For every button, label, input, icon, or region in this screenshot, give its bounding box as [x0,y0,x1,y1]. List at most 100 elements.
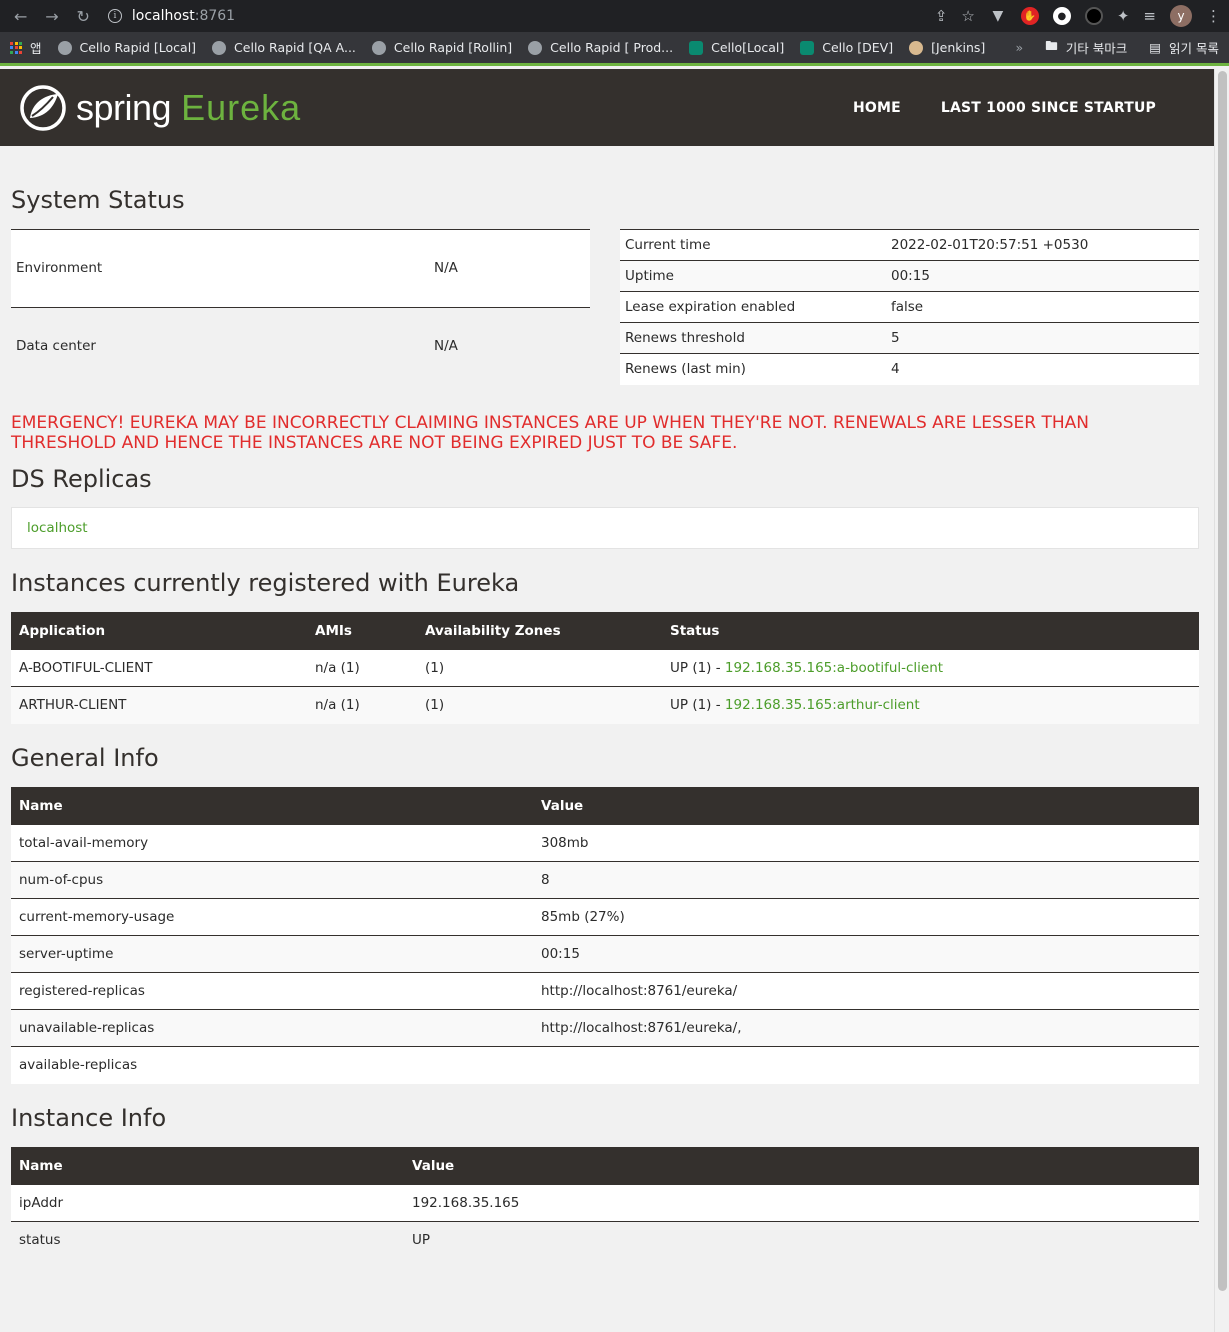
circle-extension-icon[interactable]: ● [1052,7,1071,25]
application-name: ARTHUR-CLIENT [11,686,307,724]
table-row: A-BOOTIFUL-CLIENT n/a (1) (1) UP (1) - 1… [11,649,1199,687]
instances-title: Instances currently registered with Eure… [11,568,520,597]
bookmark-apps[interactable]: 앱 [10,38,42,57]
url-host: localhost [131,8,195,24]
nav-last1000-link[interactable]: LAST 1000 SINCE STARTUP [941,100,1156,116]
bookmark-label: Cello [DEV] [822,40,894,55]
apps-grid-icon [10,41,22,54]
nav-home-link[interactable]: HOME [853,100,901,116]
table-row: total-avail-memory 308mb [11,824,1199,862]
address-bar[interactable]: i localhost:8761 [107,3,935,29]
vimium-extension-icon[interactable]: ▼ [989,7,1007,25]
bookmark-label: 앱 [30,41,42,56]
status-name: Renews (last min) [620,353,886,385]
bookmark-label: Cello Rapid [Rollin] [393,40,513,55]
bookmark-label: Cello Rapid [Local] [79,40,197,55]
status-text: UP (1) - [670,659,725,676]
scrollbar-thumb[interactable] [1218,71,1227,1291]
more-bookmarks-chevron-icon[interactable]: » [1016,40,1024,55]
info-value: 00:15 [533,935,1199,973]
info-value: 85mb (27%) [533,898,1199,936]
status-value: N/A [429,306,590,385]
status-value: N/A [429,229,590,307]
site-info-icon[interactable]: i [107,9,122,23]
bookmark-jenkins[interactable]: [Jenkins] [909,40,985,55]
status-value: false [886,291,1199,323]
table-row: Renews threshold 5 [620,322,1199,354]
column-header: Value [404,1146,1199,1185]
info-value: 192.168.35.165 [404,1184,1199,1222]
globe-icon [371,40,386,55]
share-icon[interactable]: ⇪ [935,7,948,25]
instance-link[interactable]: 192.168.35.165:a-bootiful-client [725,660,943,676]
logo-eureka-text: Eureka [181,86,302,128]
ds-replica-link[interactable]: localhost [27,520,88,536]
emergency-warning: EMERGENCY! EUREKA MAY BE INCORRECTLY CLA… [11,412,1090,453]
instance-link[interactable]: 192.168.35.165:arthur-client [725,697,920,713]
bookmark-label: Cello[Local] [711,40,785,55]
amis-value: n/a (1) [307,649,417,687]
status-cell: UP (1) - 192.168.35.165:arthur-client [662,686,1199,724]
column-header: Name [11,1146,404,1185]
amis-value: n/a (1) [307,686,417,724]
table-header-row: Name Value [11,1146,1199,1185]
cello-icon [800,40,815,55]
table-row: available-replicas [11,1046,1199,1084]
status-value: 2022-02-01T20:57:51 +0530 [886,229,1199,261]
table-header-row: Name Value [11,786,1199,825]
other-bookmarks-label: 기타 북마크 [1065,41,1128,56]
adblock-extension-icon[interactable]: ✋ [1020,7,1039,25]
back-arrow-icon[interactable]: ← [8,3,33,29]
status-value: 00:15 [886,260,1199,292]
system-status-tables: Environment N/A Data center N/A Current … [11,229,1199,385]
forward-arrow-icon[interactable]: → [39,3,64,29]
folder-icon: 🖿 [1045,38,1058,53]
info-value: http://localhost:8761/eureka/ [533,972,1199,1010]
puzzle-extensions-icon[interactable]: ✦ [1117,7,1130,25]
profile-avatar[interactable]: y [1170,5,1192,27]
status-text: UP (1) - [670,697,725,714]
info-name: status [11,1221,404,1259]
bookmark-cello-dev[interactable]: Cello [DEV] [800,40,893,55]
application-name: A-BOOTIFUL-CLIENT [11,649,307,687]
zones-value: (1) [417,686,662,724]
info-name: server-uptime [11,935,533,973]
general-info-table: Name Value total-avail-memory 308mb num-o… [11,786,1199,1084]
reading-list-label: 읽기 목록 [1169,41,1219,56]
info-name: unavailable-replicas [11,1009,533,1047]
status-name: Data center [11,306,429,385]
bookmark-cello-local-2[interactable]: Cello[Local] [689,40,784,55]
table-row: server-uptime 00:15 [11,935,1199,973]
status-name: Renews threshold [620,322,886,354]
page-scrollbar[interactable] [1214,69,1229,1332]
spring-eureka-logo[interactable]: spring Eureka [20,84,302,131]
bookmark-cello-local[interactable]: Cello Rapid [Local] [57,40,197,55]
ds-replicas-list: localhost [11,506,1199,549]
reading-list-icon: ▤ [1149,40,1162,55]
dark-extension-icon[interactable] [1084,7,1103,25]
status-value: 4 [886,353,1199,385]
reading-list-icon[interactable]: ≡ [1143,7,1156,25]
column-header: Status [662,611,1199,650]
table-row: Data center N/A [11,306,590,385]
table-header-row: Application AMIs Availability Zones Stat… [11,611,1199,650]
column-header: Value [533,786,1199,825]
bookmark-cello-prod[interactable]: Cello Rapid [ Prod... [528,40,673,55]
table-row: unavailable-replicas http://localhost:876… [11,1009,1199,1047]
bookmark-label: Cello Rapid [ Prod... [550,40,674,55]
table-row: current-memory-usage 85mb (27%) [11,898,1199,936]
globe-icon [528,40,543,55]
other-bookmarks-folder[interactable]: 🖿 기타 북마크 [1045,37,1127,58]
star-bookmark-icon[interactable]: ☆ [961,7,974,25]
system-status-title: System Status [11,186,185,214]
column-header: Name [11,786,533,825]
menu-kebab-icon[interactable]: ⋮ [1206,7,1221,25]
bookmark-cello-qa[interactable]: Cello Rapid [QA A... [212,40,356,55]
info-value: 308mb [533,824,1199,862]
reload-icon[interactable]: ↻ [71,3,96,29]
logo-spring-text: spring [76,86,172,128]
instance-info-table: Name Value ipAddr 192.168.35.165 status UP [11,1146,1199,1259]
table-row: ipAddr 192.168.35.165 [11,1184,1199,1222]
reading-list-button[interactable]: ▤ 읽기 목록 [1149,38,1219,57]
bookmark-cello-rollin[interactable]: Cello Rapid [Rollin] [371,40,513,55]
